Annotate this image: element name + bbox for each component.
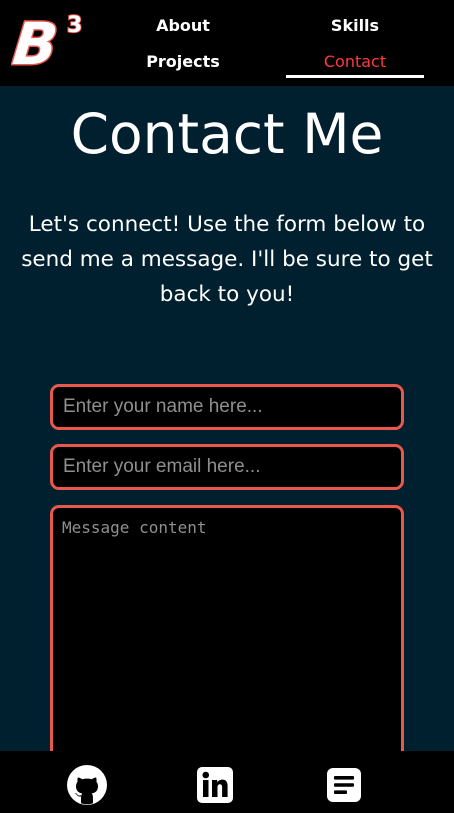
logo[interactable]: B 3 (11, 8, 83, 70)
github-icon[interactable] (67, 765, 107, 805)
message-textarea[interactable] (50, 505, 404, 775)
email-input[interactable] (50, 444, 404, 490)
page-title: Contact Me (70, 102, 384, 166)
nav-about[interactable]: About (138, 16, 228, 36)
logo-letter: B (11, 10, 61, 70)
nav-projects[interactable]: Projects (138, 52, 228, 72)
name-input[interactable] (50, 384, 404, 430)
intro-text: Let's connect! Use the form below to sen… (21, 212, 433, 307)
nav-contact[interactable]: Contact (286, 52, 424, 72)
resume-icon[interactable] (326, 767, 362, 803)
site-footer (0, 751, 454, 813)
nav-skills[interactable]: Skills (310, 16, 400, 36)
site-header: B 3 About Skills Projects Contact (0, 0, 454, 86)
active-nav-indicator (286, 75, 424, 78)
linkedin-icon[interactable] (197, 767, 233, 803)
logo-superscript: 3 (67, 13, 82, 38)
